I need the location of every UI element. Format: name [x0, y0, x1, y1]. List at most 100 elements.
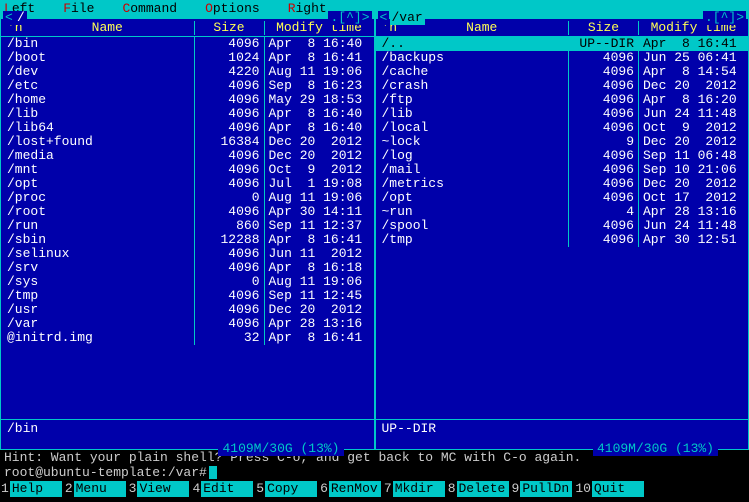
file-name: /sys — [1, 275, 194, 289]
header-size[interactable]: Size — [194, 21, 264, 35]
left-column-headers[interactable]: 'n Name Size Modify time — [1, 19, 374, 37]
file-mtime: Apr 8 14:54 — [638, 65, 748, 79]
file-row[interactable]: /lib4096Jun 24 11:48 — [376, 107, 749, 121]
header-name[interactable]: Name — [21, 21, 194, 35]
left-panel-title[interactable]: / — [15, 11, 27, 25]
file-name: /cache — [376, 65, 569, 79]
menubar[interactable]: Left File Command Options Right — [0, 0, 749, 18]
file-row[interactable]: /srv4096Apr 8 16:18 — [1, 261, 374, 275]
file-mtime: Jun 24 11:48 — [638, 107, 748, 121]
shell-prompt[interactable]: root@ubuntu-template:/var# — [0, 466, 749, 480]
left-panel[interactable]: < / .[^]> 'n Name Size Modify time /bin4… — [0, 18, 375, 450]
file-name: /crash — [376, 79, 569, 93]
file-row[interactable]: /selinux4096Jun 11 2012 — [1, 247, 374, 261]
right-panel-title[interactable]: /var — [390, 11, 425, 25]
menu-command[interactable]: Command — [122, 2, 177, 16]
panel-corner-right-icon[interactable]: .[^]> — [703, 11, 746, 25]
fkey-renmov[interactable]: 6RenMov — [319, 481, 381, 497]
file-row[interactable]: /lib644096Apr 8 16:40 — [1, 121, 374, 135]
file-row[interactable]: @initrd.img32Apr 8 16:41 — [1, 331, 374, 345]
file-row[interactable]: /..UP--DIRApr 8 16:41 — [376, 37, 749, 51]
file-size: 0 — [194, 191, 264, 205]
fkey-quit[interactable]: 10Quit — [574, 481, 644, 497]
file-row[interactable]: /cache4096Apr 8 14:54 — [376, 65, 749, 79]
menu-options[interactable]: Options — [205, 2, 260, 16]
file-row[interactable]: /spool4096Jun 24 11:48 — [376, 219, 749, 233]
file-row[interactable]: /ftp4096Apr 8 16:20 — [376, 93, 749, 107]
file-row[interactable]: /var4096Apr 28 13:16 — [1, 317, 374, 331]
file-size: 4096 — [194, 121, 264, 135]
file-size: 4096 — [568, 233, 638, 247]
fkey-menu[interactable]: 2Menu — [64, 481, 126, 497]
fkey-copy[interactable]: 5Copy — [255, 481, 317, 497]
file-row[interactable]: /mnt4096Oct 9 2012 — [1, 163, 374, 177]
function-key-bar[interactable]: 1Help2Menu3View4Edit5Copy6RenMov7Mkdir8D… — [0, 480, 749, 497]
file-size: 1024 — [194, 51, 264, 65]
file-row[interactable]: /local4096Oct 9 2012 — [376, 121, 749, 135]
file-size: 4096 — [194, 261, 264, 275]
file-size: 4096 — [568, 177, 638, 191]
file-mtime: Dec 20 2012 — [264, 135, 374, 149]
file-row[interactable]: /root4096Apr 30 14:11 — [1, 205, 374, 219]
file-row[interactable]: /usr4096Dec 20 2012 — [1, 303, 374, 317]
file-mtime: Oct 17 2012 — [638, 191, 748, 205]
file-row[interactable]: /dev4220Aug 11 19:06 — [1, 65, 374, 79]
file-row[interactable]: /mail4096Sep 10 21:06 — [376, 163, 749, 177]
file-row[interactable]: ~lock9Dec 20 2012 — [376, 135, 749, 149]
panel-corner-right-icon[interactable]: .[^]> — [328, 11, 371, 25]
header-size[interactable]: Size — [568, 21, 638, 35]
right-column-headers[interactable]: 'n Name Size Modify time — [376, 19, 749, 37]
file-name: /local — [376, 121, 569, 135]
file-mtime: Oct 9 2012 — [264, 163, 374, 177]
file-row[interactable]: /lost+found16384Dec 20 2012 — [1, 135, 374, 149]
file-mtime: Apr 8 16:41 — [638, 37, 748, 51]
file-mtime: Apr 28 13:16 — [638, 205, 748, 219]
file-mtime: Dec 20 2012 — [638, 135, 748, 149]
file-row[interactable]: /sbin12288Apr 8 16:41 — [1, 233, 374, 247]
file-row[interactable]: /crash4096Dec 20 2012 — [376, 79, 749, 93]
file-row[interactable]: /opt4096Oct 17 2012 — [376, 191, 749, 205]
file-mtime: Apr 8 16:20 — [638, 93, 748, 107]
file-row[interactable]: /etc4096Sep 8 16:23 — [1, 79, 374, 93]
file-mtime: Jun 24 11:48 — [638, 219, 748, 233]
file-row[interactable]: /log4096Sep 11 06:48 — [376, 149, 749, 163]
fkey-help[interactable]: 1Help — [0, 481, 62, 497]
file-row[interactable]: /backups4096Jun 25 06:41 — [376, 51, 749, 65]
file-size: 4096 — [194, 149, 264, 163]
file-row[interactable]: /media4096Dec 20 2012 — [1, 149, 374, 163]
right-panel[interactable]: < /var .[^]> 'n Name Size Modify time /.… — [375, 18, 749, 450]
file-row[interactable]: /tmp4096Sep 11 12:45 — [1, 289, 374, 303]
file-row[interactable]: /run860Sep 11 12:37 — [1, 219, 374, 233]
panel-corner-left-icon[interactable]: < — [378, 11, 390, 25]
file-size: UP--DIR — [568, 37, 638, 51]
file-mtime: Apr 28 13:16 — [264, 317, 374, 331]
file-row[interactable]: /lib4096Apr 8 16:40 — [1, 107, 374, 121]
file-row[interactable]: /opt4096Jul 1 19:08 — [1, 177, 374, 191]
file-row[interactable]: /sys0Aug 11 19:06 — [1, 275, 374, 289]
fkey-pulldn[interactable]: 9PullDn — [511, 481, 573, 497]
menu-right[interactable]: Right — [288, 2, 327, 16]
file-mtime: Sep 11 06:48 — [638, 149, 748, 163]
file-row[interactable]: /proc0Aug 11 19:06 — [1, 191, 374, 205]
file-mtime: Apr 8 16:18 — [264, 261, 374, 275]
file-row[interactable]: /tmp4096Apr 30 12:51 — [376, 233, 749, 247]
file-mtime: Dec 20 2012 — [638, 177, 748, 191]
file-size: 4096 — [194, 93, 264, 107]
fkey-edit[interactable]: 4Edit — [191, 481, 253, 497]
file-mtime: Aug 11 19:06 — [264, 191, 374, 205]
file-name: /mail — [376, 163, 569, 177]
file-name: /selinux — [1, 247, 194, 261]
file-row[interactable]: /metrics4096Dec 20 2012 — [376, 177, 749, 191]
file-row[interactable]: /home4096May 29 18:53 — [1, 93, 374, 107]
left-file-list[interactable]: /bin4096Apr 8 16:40/boot1024Apr 8 16:41/… — [1, 37, 374, 419]
fkey-view[interactable]: 3View — [128, 481, 190, 497]
file-mtime: Apr 8 16:40 — [264, 107, 374, 121]
fkey-delete[interactable]: 8Delete — [447, 481, 509, 497]
menu-file[interactable]: File — [63, 2, 94, 16]
panel-corner-left-icon[interactable]: < — [3, 11, 15, 25]
fkey-mkdir[interactable]: 7Mkdir — [383, 481, 445, 497]
file-row[interactable]: ~run4Apr 28 13:16 — [376, 205, 749, 219]
file-row[interactable]: /bin4096Apr 8 16:40 — [1, 37, 374, 51]
right-file-list[interactable]: /..UP--DIRApr 8 16:41/backups4096Jun 25 … — [376, 37, 749, 419]
file-row[interactable]: /boot1024Apr 8 16:41 — [1, 51, 374, 65]
